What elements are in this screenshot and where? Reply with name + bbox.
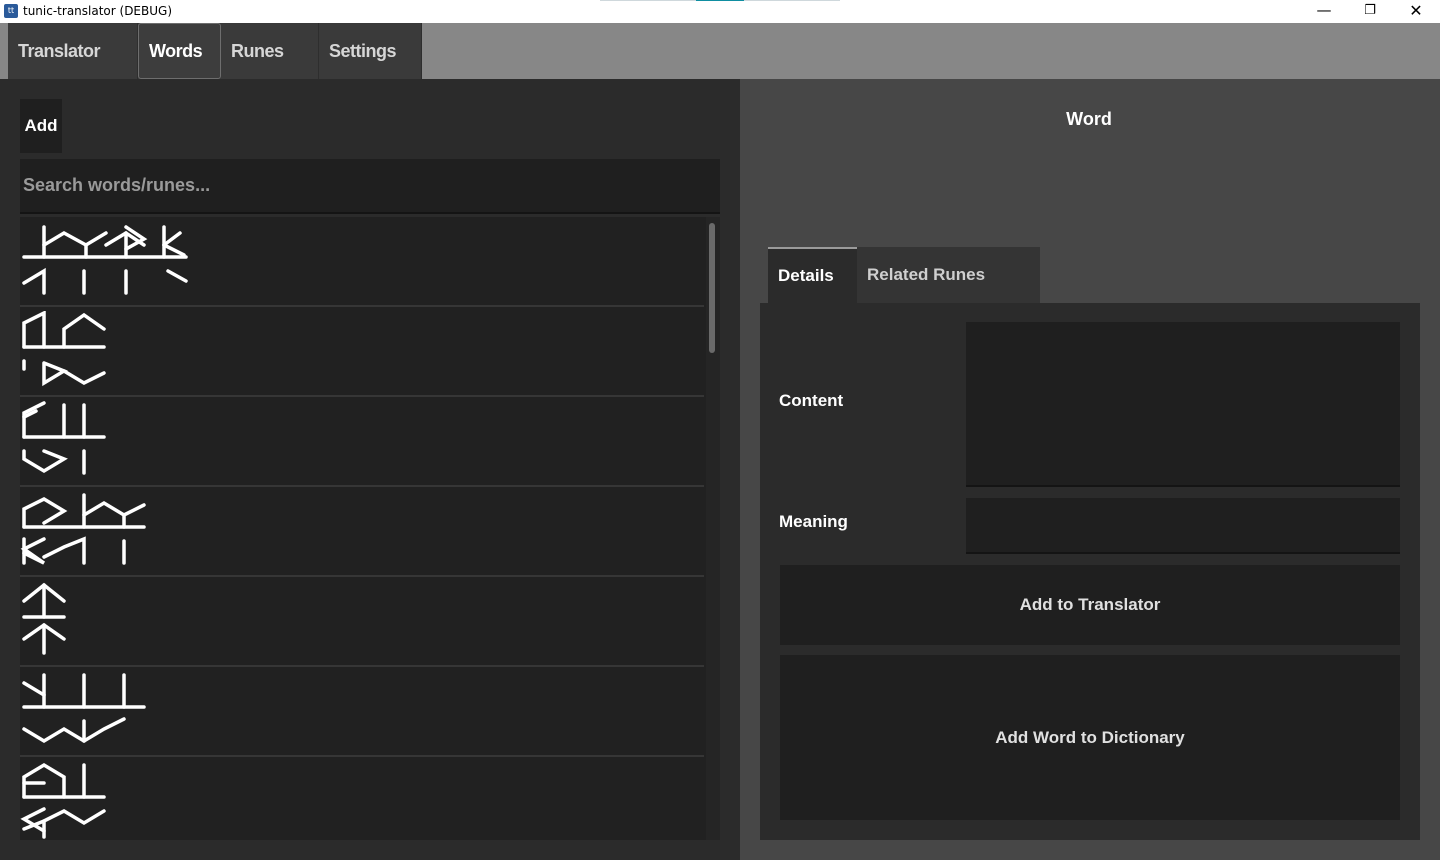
add-word-button[interactable]: Add xyxy=(20,99,62,153)
tab-runes[interactable]: Runes xyxy=(221,23,319,79)
search-input[interactable] xyxy=(20,159,720,214)
minimize-button[interactable]: — xyxy=(1301,0,1347,23)
rune-word-glyph xyxy=(22,225,188,295)
list-item[interactable] xyxy=(20,667,704,757)
word-list[interactable] xyxy=(20,217,720,840)
list-scrollbar[interactable] xyxy=(706,217,720,840)
main-tabs: Translator Words Runes Settings xyxy=(8,23,422,79)
tab-details[interactable]: Details xyxy=(768,247,857,303)
meaning-label: Meaning xyxy=(779,512,848,531)
content-field[interactable] xyxy=(966,322,1400,487)
tab-translator[interactable]: Translator xyxy=(8,23,138,79)
rune-word-glyph xyxy=(20,493,146,565)
rune-word-glyph xyxy=(22,401,106,475)
rune-word-glyph xyxy=(22,673,146,744)
tab-settings[interactable]: Settings xyxy=(319,23,422,79)
rune-word-glyph xyxy=(22,311,106,387)
list-item[interactable] xyxy=(20,757,704,840)
maximize-button[interactable]: ❐ xyxy=(1347,0,1393,23)
words-list-panel: Add xyxy=(0,79,740,860)
list-item[interactable] xyxy=(20,577,704,667)
detail-tabs: Details Related Runes xyxy=(768,247,1040,303)
window-title: tunic-translator (DEBUG) xyxy=(23,4,173,18)
title-bar: tt tunic-translator (DEBUG) — ❐ ✕ xyxy=(0,0,1440,23)
list-item[interactable] xyxy=(20,397,704,487)
close-button[interactable]: ✕ xyxy=(1393,0,1439,23)
add-to-translator-button[interactable]: Add to Translator xyxy=(780,565,1400,645)
title-accent-highlight xyxy=(696,0,744,1)
meaning-field[interactable] xyxy=(966,498,1400,554)
rune-word-glyph xyxy=(20,762,106,839)
list-item[interactable] xyxy=(20,307,704,397)
details-form: Content Meaning Add to Translator Add Wo… xyxy=(760,303,1420,840)
rune-word-glyph xyxy=(22,582,66,655)
list-item[interactable] xyxy=(20,487,704,577)
list-item[interactable] xyxy=(20,217,704,307)
scrollbar-thumb[interactable] xyxy=(709,223,715,353)
add-word-to-dictionary-button[interactable]: Add Word to Dictionary xyxy=(780,655,1400,820)
tab-related-runes[interactable]: Related Runes xyxy=(857,247,1040,303)
word-detail-panel: Word Details Related Runes Content Meani… xyxy=(740,79,1440,860)
tab-words[interactable]: Words xyxy=(138,23,221,79)
word-title: Word xyxy=(1066,109,1112,129)
content-label: Content xyxy=(779,391,844,410)
app-icon: tt xyxy=(4,4,18,18)
